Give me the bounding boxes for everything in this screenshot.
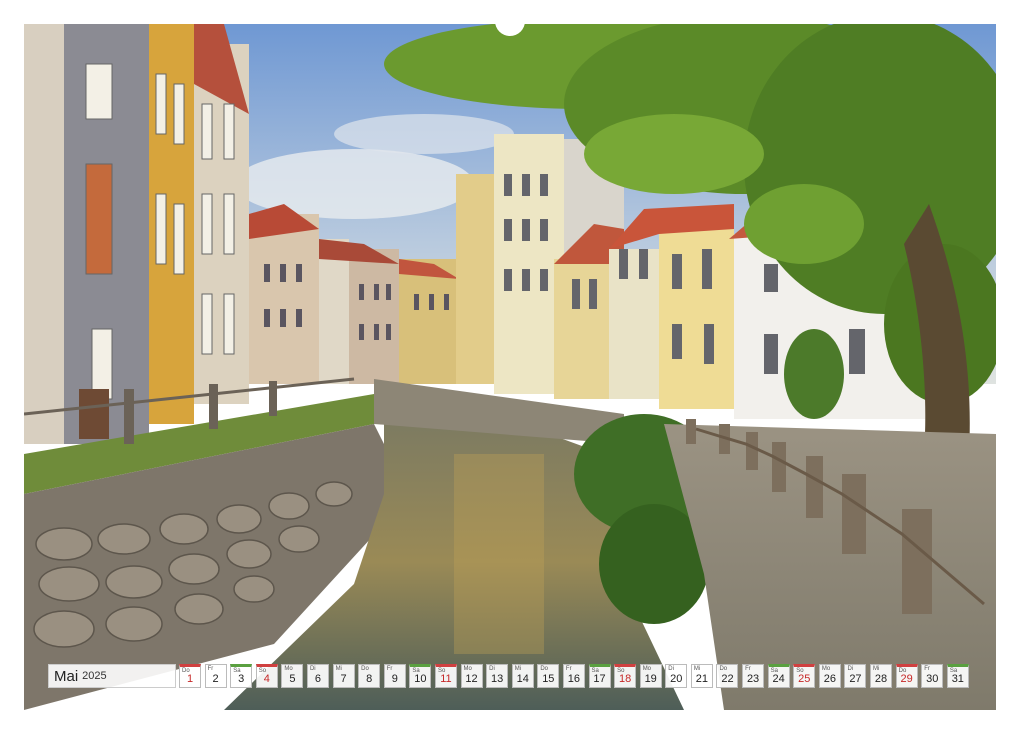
day-number: 18: [618, 673, 632, 685]
weekday-label: Do: [361, 666, 369, 672]
day-number: 25: [798, 673, 811, 685]
day-number: 2: [212, 673, 219, 685]
weekday-label: Di: [309, 666, 316, 672]
weekday-label: Fr: [745, 666, 751, 672]
weekday-label: Do: [719, 666, 728, 672]
day-number: 22: [721, 673, 734, 685]
day-number: 6: [314, 673, 322, 685]
day-cell: Di 27: [844, 664, 867, 688]
day-cell: Mo 12: [460, 664, 483, 688]
day-cell: Di 6: [306, 664, 329, 688]
weekday-label: Mi: [514, 666, 522, 672]
day-number: 19: [644, 673, 657, 685]
day-cell: Do 29: [895, 664, 918, 688]
day-number: 20: [670, 673, 683, 685]
canal-street-photo: [24, 24, 996, 710]
weekday-label: Mo: [642, 666, 652, 672]
day-cell: So 11: [434, 664, 457, 688]
calendar-page: Mai 2025 Do 1 Fr 2 Sa 3 So 4 Mo 5 Di 6 Mi 7 Do 8 Fr 9 Sa 10…: [0, 0, 1020, 735]
day-cell: Sa 10: [409, 664, 432, 688]
weekday-label: Fr: [386, 666, 393, 672]
day-number: 17: [593, 673, 606, 685]
day-number: 12: [465, 673, 478, 685]
weekday-label: Do: [540, 666, 548, 672]
day-cell: Mi 28: [870, 664, 893, 688]
day-cell: Di 13: [486, 664, 509, 688]
month-name: Mai: [54, 667, 79, 685]
day-number: 9: [391, 673, 398, 685]
day-number: 21: [695, 673, 708, 685]
weekday-label: Di: [847, 666, 854, 672]
day-number: 28: [874, 673, 888, 685]
day-number: 31: [951, 673, 964, 685]
day-cell: Mi 7: [332, 664, 355, 688]
day-number: 10: [414, 673, 427, 685]
day-number: 14: [516, 673, 529, 685]
day-cell: Mi 21: [690, 664, 713, 688]
day-number: 5: [289, 673, 296, 685]
day-cell: Mo 26: [818, 664, 841, 688]
day-cell: Do 8: [358, 664, 381, 688]
month-label: Mai 2025: [48, 664, 176, 688]
day-number: 7: [340, 673, 347, 685]
day-number: 3: [238, 673, 245, 685]
day-cell: Fr 23: [742, 664, 765, 688]
day-number: 15: [542, 673, 555, 685]
weekday-label: Mi: [335, 666, 342, 672]
calendar-strip: Mai 2025 Do 1 Fr 2 Sa 3 So 4 Mo 5 Di 6 Mi 7 Do 8 Fr 9 Sa 10…: [48, 664, 972, 688]
day-number: 30: [926, 673, 939, 685]
day-cell: Sa 17: [588, 664, 611, 688]
weekday-label: Mo: [821, 666, 831, 672]
day-number: 27: [849, 673, 862, 685]
day-number: 24: [772, 673, 785, 685]
day-cell: Sa 24: [767, 664, 790, 688]
day-cell: So 25: [793, 664, 816, 688]
day-cell: Do 15: [537, 664, 560, 688]
day-cell: Fr 9: [383, 664, 406, 688]
day-cell: Do 1: [179, 664, 201, 688]
day-number: 1: [186, 673, 194, 685]
day-cell: Sa 3: [230, 664, 253, 688]
day-number: 13: [491, 673, 504, 685]
weekday-label: Mo: [463, 666, 472, 672]
weekday-label: Fr: [565, 666, 572, 672]
day-cell: Fr 16: [562, 664, 585, 688]
weekday-label: Mo: [284, 666, 293, 672]
day-cell: Mi 14: [511, 664, 534, 688]
year-label: 2025: [82, 670, 107, 682]
day-cell: So 18: [614, 664, 637, 688]
day-number: 4: [263, 673, 270, 685]
weekday-label: Fr: [207, 666, 214, 672]
day-cell: Sa 31: [946, 664, 969, 688]
day-cell: So 4: [255, 664, 278, 688]
day-cell: Mo 19: [639, 664, 662, 688]
weekday-label: Fr: [924, 666, 930, 672]
day-cell: Fr 30: [921, 664, 944, 688]
day-number: 8: [366, 673, 373, 685]
day-cell: Di 20: [665, 664, 688, 688]
day-number: 29: [900, 673, 913, 685]
day-cell: Do 22: [716, 664, 739, 688]
weekday-label: Di: [668, 666, 674, 672]
day-number: 11: [440, 673, 452, 685]
day-number: 23: [746, 673, 760, 685]
weekday-label: Mi: [873, 666, 880, 672]
day-cell: Mo 5: [281, 664, 304, 688]
day-number: 16: [567, 673, 581, 685]
weekday-label: Mi: [693, 666, 701, 672]
weekday-label: Di: [489, 666, 495, 672]
day-number: 26: [823, 673, 836, 685]
day-cells: Do 1 Fr 2 Sa 3 So 4 Mo 5 Di 6 Mi 7 Do 8 Fr 9 Sa 10 So 11 Mo 12 D…: [179, 664, 972, 688]
day-cell: Fr 2: [204, 664, 227, 688]
